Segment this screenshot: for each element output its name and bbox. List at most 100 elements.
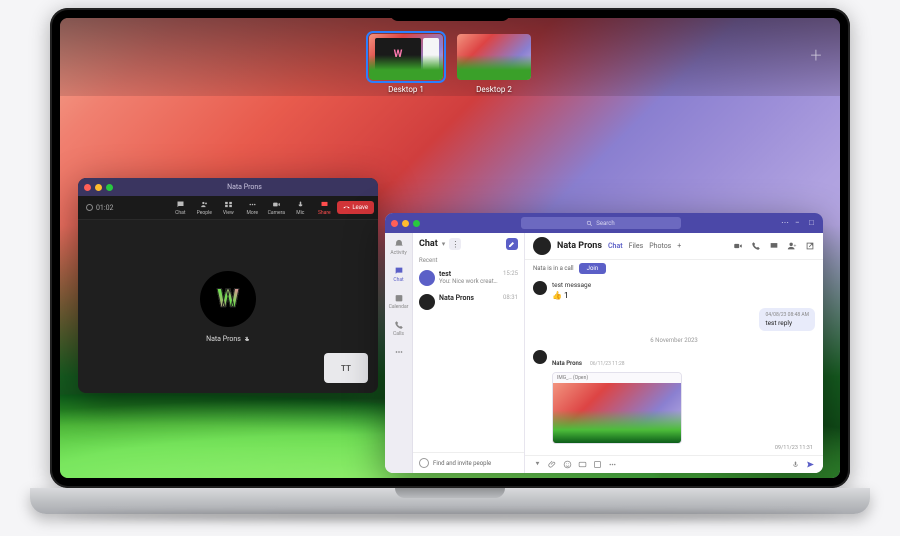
- avatar: [419, 294, 435, 310]
- reaction-badge[interactable]: 👍 1: [552, 291, 591, 300]
- format-icon[interactable]: [533, 460, 542, 469]
- traffic-light-close[interactable]: [84, 184, 91, 191]
- camera-notch: [390, 9, 510, 21]
- maximize-icon[interactable]: □: [809, 219, 817, 227]
- chat-list-header: Chat ▾ ⋮: [413, 233, 524, 255]
- call-titlebar[interactable]: Nata Prons: [78, 178, 378, 196]
- tab-photos[interactable]: Photos: [649, 242, 671, 250]
- sticker-icon[interactable]: [593, 460, 602, 469]
- avatar-letter-icon: W: [217, 284, 240, 314]
- toolbar-people-button[interactable]: People: [193, 198, 215, 218]
- avatar: [419, 270, 435, 286]
- desktop-thumb-window: [375, 38, 421, 70]
- call-stage: W Nata Prons TT: [78, 220, 378, 393]
- audio-call-icon[interactable]: [751, 241, 761, 251]
- chat-list-item[interactable]: test You: Nice work creative des… 15:25: [413, 266, 524, 290]
- participant-avatar: W: [200, 271, 256, 327]
- in-call-banner: Nata is in a call Join: [525, 260, 823, 277]
- mission-control-strip: Desktop 1 Desktop 2 +: [60, 18, 840, 96]
- message-bubble-received[interactable]: Nata Prons 06/11/23 11:28 IMG_… (Open): [533, 350, 815, 444]
- find-invite-button[interactable]: Find and invite people: [413, 452, 524, 473]
- self-video-pip[interactable]: TT: [324, 353, 368, 383]
- conversation-header: Nata Prons Chat Files Photos +: [525, 233, 823, 260]
- section-recent: Recent: [413, 255, 524, 266]
- mic-icon[interactable]: [791, 460, 800, 469]
- message-bubble-sent[interactable]: 04/08/23 08:48 AM test reply: [759, 308, 815, 331]
- message-list[interactable]: 04/08/23 08:48 AM test reply 6 November …: [525, 304, 823, 455]
- tab-files[interactable]: Files: [629, 242, 644, 250]
- tab-add[interactable]: +: [677, 242, 681, 250]
- toolbar-more-button[interactable]: More: [241, 198, 263, 218]
- leave-call-button[interactable]: Leave: [337, 201, 374, 214]
- conversation-avatar: [533, 237, 551, 255]
- video-call-icon[interactable]: [733, 241, 743, 251]
- send-button[interactable]: [806, 460, 815, 469]
- conversation-name: Nata Prons: [557, 241, 602, 251]
- rail-calendar[interactable]: Calendar: [390, 293, 408, 310]
- toolbar-share-button[interactable]: Share: [313, 198, 335, 218]
- rail-activity[interactable]: Activity: [390, 239, 408, 256]
- call-title: Nata Prons: [117, 183, 372, 191]
- conversation-pane: Nata Prons Chat Files Photos +: [525, 233, 823, 473]
- attachment-thumb: [553, 383, 681, 443]
- traffic-light-close[interactable]: [391, 220, 398, 227]
- more-icon[interactable]: ⋯: [781, 219, 789, 227]
- screen-bezel: Desktop 1 Desktop 2 + Nata Prons 01:02: [50, 8, 850, 488]
- traffic-light-minimize[interactable]: [402, 220, 409, 227]
- emoji-icon[interactable]: [563, 460, 572, 469]
- rail-more[interactable]: [390, 347, 408, 357]
- date-separator: 6 November 2023: [533, 337, 815, 344]
- avatar: [533, 281, 547, 295]
- traffic-light-zoom[interactable]: [413, 220, 420, 227]
- mic-muted-icon: [244, 336, 250, 342]
- compose-button[interactable]: [506, 238, 518, 250]
- image-attachment[interactable]: IMG_… (Open): [552, 372, 682, 444]
- toolbar-camera-button[interactable]: Camera: [265, 198, 287, 218]
- join-call-button[interactable]: Join: [579, 263, 607, 274]
- message-composer[interactable]: [525, 455, 823, 473]
- desktop-thumb-bg: [369, 34, 443, 80]
- minimize-icon[interactable]: −: [795, 219, 803, 227]
- desktop-thumb-bg: [457, 34, 531, 80]
- popout-icon[interactable]: [805, 241, 815, 251]
- window-controls: ⋯ − □: [781, 219, 817, 227]
- toolbar-view-button[interactable]: View: [217, 198, 239, 218]
- chevron-down-icon[interactable]: ▾: [442, 240, 446, 248]
- teams-call-window[interactable]: Nata Prons 01:02 Chat People View More C…: [78, 178, 378, 393]
- toolbar-chat-button[interactable]: Chat: [169, 198, 191, 218]
- desktop-thumb-side: [423, 38, 439, 70]
- chat-list-title: Chat: [419, 239, 438, 249]
- desktop-screen: Desktop 1 Desktop 2 + Nata Prons 01:02: [60, 18, 840, 478]
- desktop-thumbnail-1[interactable]: Desktop 1: [369, 34, 443, 80]
- search-input[interactable]: Search: [521, 217, 681, 229]
- gif-icon[interactable]: [578, 460, 587, 469]
- rail-chat[interactable]: Chat: [390, 266, 408, 283]
- pinned-message: test message 👍 1: [525, 277, 823, 304]
- desktop-label: Desktop 1: [369, 85, 443, 94]
- traffic-light-minimize[interactable]: [95, 184, 102, 191]
- participant-name: Nata Prons: [206, 335, 250, 343]
- more-icon[interactable]: [608, 460, 617, 469]
- traffic-light-zoom[interactable]: [106, 184, 113, 191]
- chat-titlebar[interactable]: Search ⋯ − □: [385, 213, 823, 233]
- desktop-label: Desktop 2: [457, 85, 531, 94]
- search-icon: [586, 220, 593, 227]
- chat-list-item[interactable]: Nata Prons 08:31: [413, 290, 524, 314]
- add-people-icon[interactable]: [787, 241, 797, 251]
- tab-chat[interactable]: Chat: [608, 242, 623, 250]
- screenshare-icon[interactable]: [769, 241, 779, 251]
- attach-icon[interactable]: [548, 460, 557, 469]
- toolbar-mic-button[interactable]: Mic: [289, 198, 311, 218]
- add-desktop-button[interactable]: +: [806, 46, 826, 66]
- chat-body: Activity Chat Calendar Calls Chat ▾ ⋮: [385, 233, 823, 473]
- teams-chat-window[interactable]: Search ⋯ − □ Activity Chat Calendar Call…: [385, 213, 823, 473]
- call-timer: 01:02: [86, 204, 113, 212]
- laptop-base: [30, 488, 870, 514]
- filter-icon[interactable]: ⋮: [449, 238, 461, 250]
- desktop-thumbnail-2[interactable]: Desktop 2: [457, 34, 531, 80]
- app-rail: Activity Chat Calendar Calls: [385, 233, 413, 473]
- avatar: [533, 350, 547, 364]
- laptop-frame: Desktop 1 Desktop 2 + Nata Prons 01:02: [30, 8, 870, 528]
- rail-calls[interactable]: Calls: [390, 320, 408, 337]
- chat-list-pane: Chat ▾ ⋮ Recent test You: Nice work crea…: [413, 233, 525, 473]
